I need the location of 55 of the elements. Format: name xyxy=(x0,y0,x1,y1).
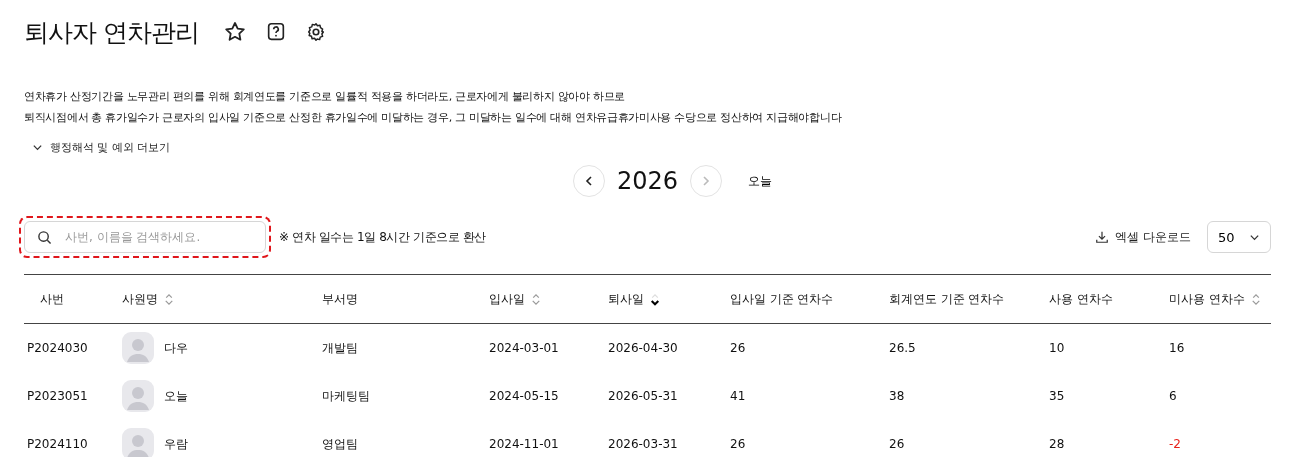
avatar-icon xyxy=(122,428,154,457)
table-cell: 다우 xyxy=(164,339,188,357)
avatar-icon xyxy=(122,380,154,412)
table-cell: P2024110 xyxy=(27,437,88,451)
column-header: 사용 연차수 xyxy=(1049,291,1113,307)
table-cell: 28 xyxy=(1049,437,1065,451)
previous-year-button[interactable] xyxy=(572,165,605,197)
notice-text: 퇴직시점에서 총 휴가일수가 근로자의 입사일 기준으로 산정한 휴가일수에 미달하는 경우, 그 미달하는 일수에 대해 연차유급휴가미사용 수당으로 정산하여 지급해야합니다 xyxy=(24,110,843,126)
search-field[interactable]: 사번, 이름을 검색하세요. xyxy=(24,221,266,253)
search-icon xyxy=(37,230,52,245)
table-cell: 2026-03-31 xyxy=(608,437,678,451)
column-header[interactable]: 미사용 연차수 xyxy=(1169,291,1245,307)
download-button[interactable]: 엑셀 다운로드 xyxy=(1095,228,1191,246)
column-header: 입사일 기준 연차수 xyxy=(730,291,834,307)
table-cell: 개발팀 xyxy=(322,339,358,357)
table-cell: 2024-03-01 xyxy=(489,341,559,355)
column-header[interactable]: 사원명 xyxy=(122,291,158,307)
table-cell: 2024-05-15 xyxy=(489,389,559,403)
table-cell: -2 xyxy=(1169,437,1181,451)
year-label: 2026 xyxy=(616,167,679,195)
table-cell: P2023051 xyxy=(27,389,88,403)
table-cell: 6 xyxy=(1169,389,1177,403)
table-cell: 41 xyxy=(730,389,746,403)
today-button[interactable]: 오늘 xyxy=(748,172,773,190)
table-cell: 26 xyxy=(730,341,746,355)
table-cell: 우람 xyxy=(164,435,188,453)
column-header[interactable]: 퇴사일 xyxy=(608,291,644,307)
more-toggle[interactable]: 행정해석 및 예외 더보기 xyxy=(32,140,171,155)
page-size-select[interactable]: 50 xyxy=(1207,221,1271,253)
table-cell: 26 xyxy=(889,437,905,451)
sort-icon[interactable] xyxy=(650,291,660,307)
download-icon xyxy=(1095,230,1110,244)
table-cell: 오늘 xyxy=(164,387,188,405)
table-cell: 26 xyxy=(730,437,746,451)
table-cell: 2024-11-01 xyxy=(489,437,559,451)
table-cell: 26.5 xyxy=(889,341,916,355)
column-header: 회계연도 기준 연차수 xyxy=(889,291,1005,307)
table-cell: 35 xyxy=(1049,389,1065,403)
note-text: ※ 연차 일수는 1일 8시간 기준으로 환산 xyxy=(279,228,486,246)
table-cell: 2026-05-31 xyxy=(608,389,678,403)
notice-text: 연차휴가 산정기간을 노무관리 편의를 위해 회계연도를 기준으로 일률적 적용을 하더라도, 근로자에게 불리하지 않아야 하므로 xyxy=(24,89,627,105)
column-header: 부서명 xyxy=(322,291,358,307)
table-cell: P2024030 xyxy=(27,341,88,355)
avatar-icon xyxy=(122,332,154,364)
table-cell: 마케팅팀 xyxy=(322,387,370,405)
page-title: 퇴사자 연차관리 xyxy=(24,16,199,49)
table-cell: 16 xyxy=(1169,341,1185,355)
table-cell: 38 xyxy=(889,389,905,403)
column-header: 사번 xyxy=(40,291,64,307)
table-cell: 10 xyxy=(1049,341,1065,355)
star-icon[interactable] xyxy=(222,20,247,44)
table-cell: 영업팀 xyxy=(322,435,358,453)
column-header[interactable]: 입사일 xyxy=(489,291,525,307)
table-cell: 2026-04-30 xyxy=(608,341,678,355)
chevron-down-icon xyxy=(32,142,43,153)
